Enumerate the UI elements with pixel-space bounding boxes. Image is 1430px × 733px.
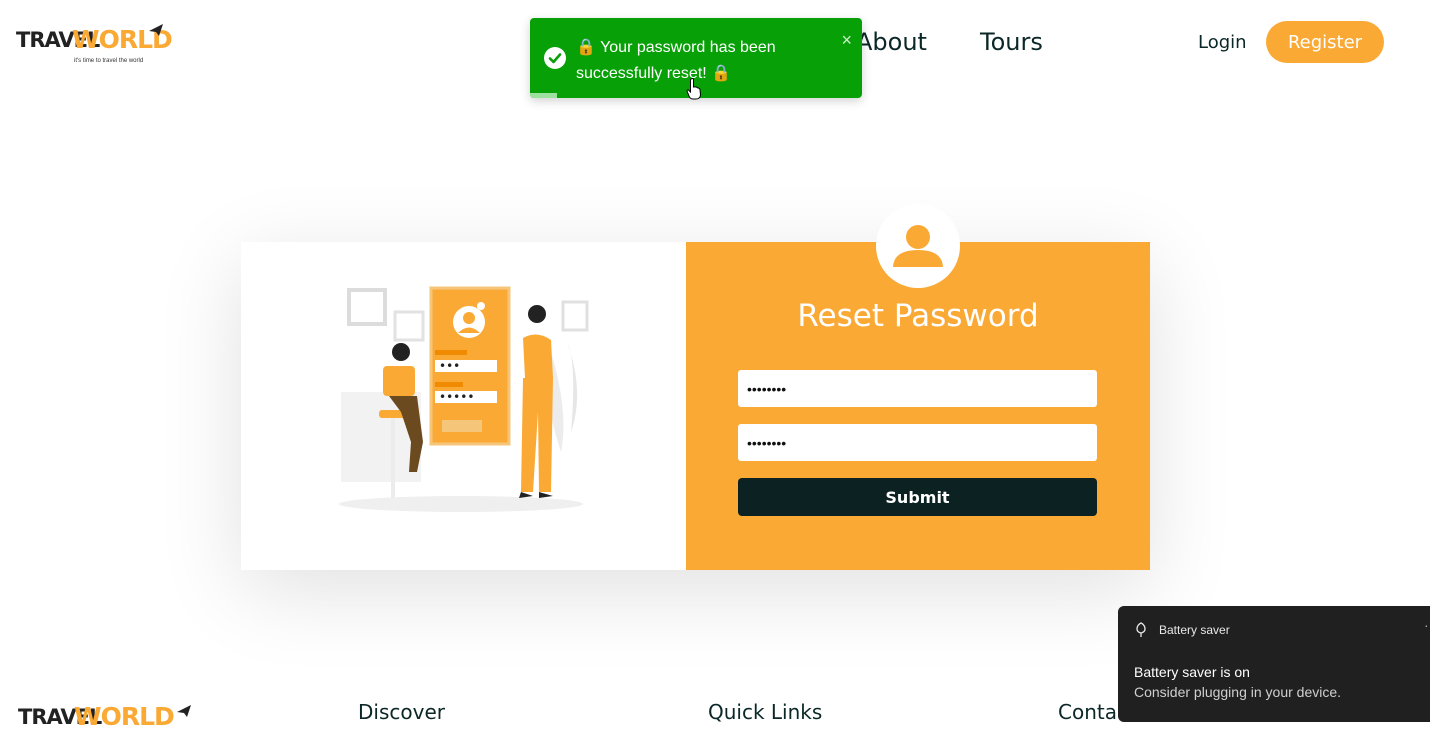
footer-logo[interactable]: TRAVEL WORLD [18, 702, 198, 733]
toast-progress-bar [530, 93, 557, 98]
battery-saver-icon [1136, 622, 1146, 637]
user-icon [893, 225, 943, 267]
toast-close-icon[interactable]: × [841, 30, 852, 51]
battery-saver-notification[interactable]: Battery saver · Battery saver is on Cons… [1118, 606, 1430, 722]
notification-more-icon[interactable]: · [1424, 617, 1429, 633]
svg-text:•••••: ••••• [439, 390, 474, 404]
login-button[interactable]: Login [1198, 32, 1247, 53]
confirm-password-field[interactable] [738, 424, 1097, 461]
nav-tours[interactable]: Tours [980, 28, 1043, 56]
form-title: Reset Password [797, 298, 1039, 334]
footer-plane-icon [177, 705, 191, 717]
illustration-panel: ••• ••••• [241, 242, 686, 570]
register-button[interactable]: Register [1266, 21, 1384, 63]
nav-about[interactable]: About [856, 28, 927, 56]
brand-logo[interactable]: TRAVEL WORLD it's time to travel the wor… [16, 22, 173, 68]
svg-text:•••: ••• [439, 359, 460, 373]
plane-icon [149, 24, 163, 36]
footer-logo-text-world: WORLD [74, 702, 175, 731]
check-circle-icon [544, 47, 566, 69]
notification-body: Consider plugging in your device. [1134, 684, 1342, 700]
hand-cursor-icon [686, 78, 702, 100]
submit-button[interactable]: Submit [738, 478, 1097, 516]
user-avatar [876, 204, 960, 288]
login-illustration: ••• ••••• [339, 286, 589, 512]
footer-heading-discover: Discover [358, 700, 445, 724]
new-password-field[interactable] [738, 370, 1097, 407]
notification-app-name: Battery saver [1159, 623, 1230, 637]
notification-title: Battery saver is on [1134, 664, 1250, 680]
footer-heading-quick-links: Quick Links [708, 700, 823, 724]
footer-heading-contact: Conta [1058, 700, 1117, 724]
logo-tagline: it's time to travel the world [74, 58, 144, 64]
